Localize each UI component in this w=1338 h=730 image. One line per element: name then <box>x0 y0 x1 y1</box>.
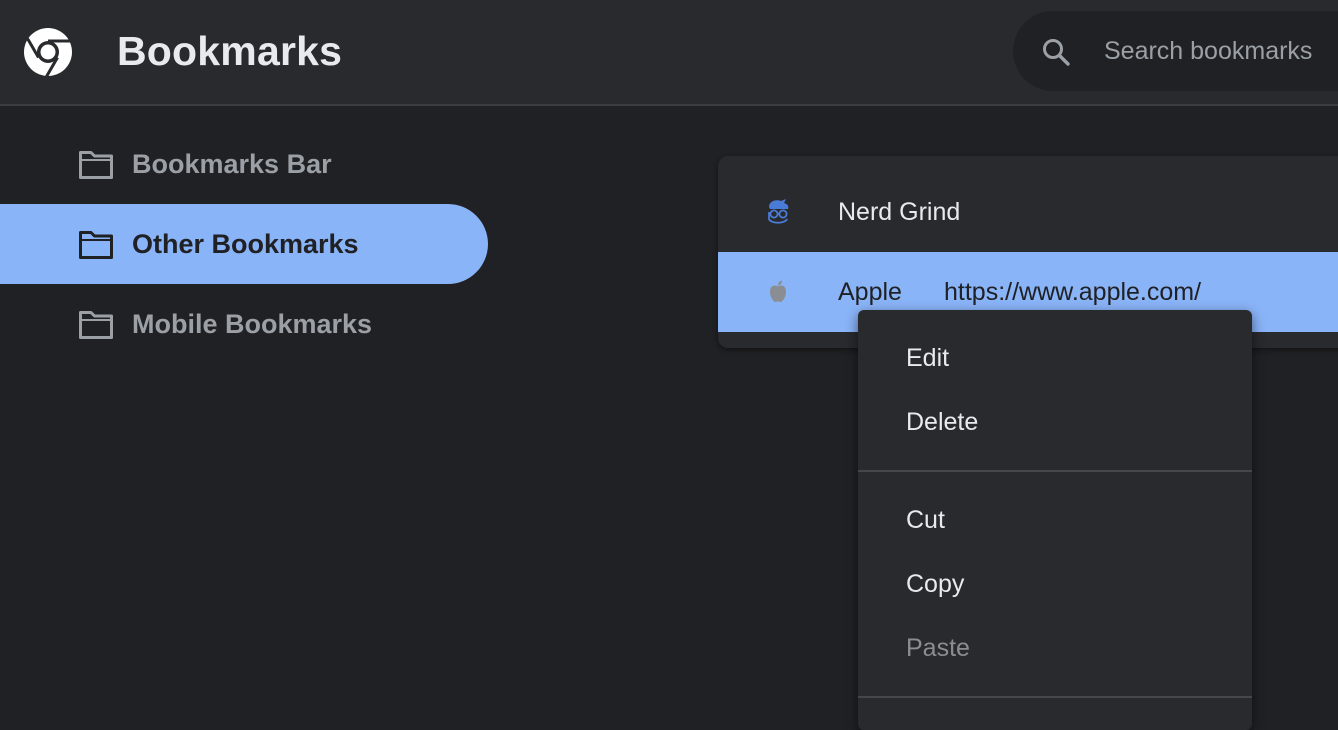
menu-item-label: Copy <box>906 570 965 598</box>
sidebar-item-label: Other Bookmarks <box>132 229 359 259</box>
menu-divider <box>858 470 1252 472</box>
sidebar-item-other-bookmarks[interactable]: Other Bookmarks <box>0 204 488 284</box>
menu-item-label: Paste <box>906 634 970 662</box>
bookmark-title: Nerd Grind <box>838 198 961 226</box>
bookmark-row-nerd-grind[interactable]: Nerd Grind <box>718 172 1338 252</box>
apple-favicon-icon <box>770 280 786 302</box>
search-input[interactable] <box>1104 31 1338 71</box>
nerd-grind-favicon-icon <box>768 199 789 224</box>
menu-item-cut[interactable]: Cut <box>858 488 1252 552</box>
search-icon[interactable] <box>1040 36 1072 68</box>
context-menu: Edit Delete Cut Copy Paste <box>858 310 1252 730</box>
menu-item-paste: Paste <box>858 616 1252 680</box>
chrome-logo-icon <box>24 28 72 77</box>
sidebar-item-label: Mobile Bookmarks <box>132 309 373 339</box>
menu-item-label: Cut <box>906 506 945 534</box>
bookmark-title: Apple <box>838 278 902 306</box>
sidebar-item-bookmarks-bar[interactable]: Bookmarks Bar <box>0 124 488 204</box>
menu-item-label: Delete <box>906 408 979 436</box>
search-field[interactable] <box>1013 11 1338 91</box>
sidebar-item-label: Bookmarks Bar <box>132 149 332 179</box>
menu-item-copy[interactable]: Copy <box>858 552 1252 616</box>
menu-item-delete[interactable]: Delete <box>858 390 1252 454</box>
menu-divider <box>858 696 1252 698</box>
folder-icon <box>79 311 113 339</box>
folder-icon <box>79 231 113 259</box>
toolbar: Bookmarks <box>0 0 1338 106</box>
folder-icon <box>79 151 113 179</box>
bookmark-url: https://www.apple.com/ <box>944 278 1202 306</box>
menu-item-label: Edit <box>906 344 950 372</box>
page-title: Bookmarks <box>117 28 343 74</box>
sidebar-item-mobile-bookmarks[interactable]: Mobile Bookmarks <box>0 284 488 364</box>
menu-item-edit[interactable]: Edit <box>858 326 1252 390</box>
